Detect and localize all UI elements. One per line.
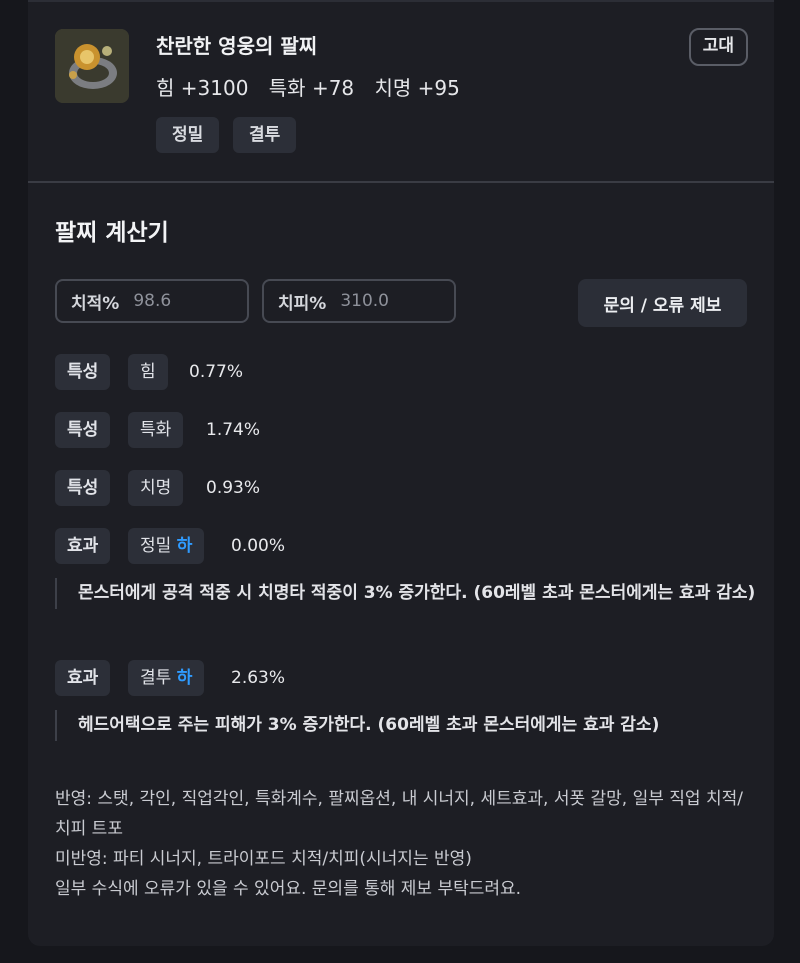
row-type-chip: 특성: [55, 470, 111, 506]
effect-name: 결투: [140, 668, 172, 688]
note-not-reflected: 미반영: 파티 시너지, 트라이포드 치적/치피(시너지는 반영): [55, 849, 472, 869]
row-name-chip: 결투 하: [128, 660, 205, 696]
row-type-chip: 특성: [55, 412, 111, 448]
tag-duel: 결투: [233, 117, 297, 153]
row-name-chip: 치명: [128, 470, 184, 506]
crit-rate-input[interactable]: 치적% 98.6: [55, 279, 249, 323]
item-stat-crit: 치명 +95: [374, 76, 460, 100]
row-value: 0.77%: [189, 362, 244, 382]
row-value: 0.00%: [231, 536, 286, 556]
crit-damage-placeholder: 310.0: [340, 291, 389, 311]
item-stat-specialization: 특화 +78: [268, 76, 355, 100]
report-button[interactable]: 문의 / 오류 제보: [578, 279, 747, 327]
item-stats: 힘 +3100 특화 +78 치명 +95: [156, 72, 474, 101]
row-name-chip: 특화: [128, 412, 184, 448]
row-value: 0.93%: [206, 478, 261, 498]
top-border: [28, 0, 774, 2]
effect-description: 헤드어택으로 주는 피해가 3% 증가한다. (60레벨 초과 몬스터에게는 효…: [55, 710, 758, 741]
row-value: 2.63%: [231, 668, 286, 688]
row-type-chip: 효과: [55, 660, 111, 696]
bracelet-panel: 찬란한 영웅의 팔찌 힘 +3100 특화 +78 치명 +95 고대 정밀 결…: [28, 0, 774, 946]
grade-badge: 고대: [688, 28, 748, 66]
note-disclaimer: 일부 수식에 오류가 있을 수 있어요. 문의를 통해 제보 부탁드려요.: [55, 879, 522, 899]
note-reflected: 반영: 스탯, 각인, 직업각인, 특화계수, 팔찌옵션, 내 시너지, 세트효…: [55, 789, 743, 839]
row-type-chip: 효과: [55, 528, 111, 564]
row-name-chip: 정밀 하: [128, 528, 205, 564]
crit-damage-label: 치피%: [278, 293, 327, 314]
row-name-chip: 힘: [128, 354, 168, 390]
divider: [28, 181, 774, 183]
row-value: 1.74%: [206, 420, 261, 440]
item-stat-strength: 힘 +3100: [156, 76, 249, 100]
bracelet-item-icon: [55, 29, 129, 103]
effect-name: 정밀: [140, 536, 172, 556]
calculator-notes: 반영: 스탯, 각인, 직업각인, 특화계수, 팔찌옵션, 내 시너지, 세트효…: [55, 784, 745, 904]
crit-damage-input[interactable]: 치피% 310.0: [262, 279, 456, 323]
effect-grade: 하: [176, 536, 193, 556]
item-name: 찬란한 영웅의 팔찌: [156, 34, 318, 58]
crit-rate-placeholder: 98.6: [133, 291, 172, 311]
tag-precision: 정밀: [156, 117, 220, 153]
effect-description: 몬스터에게 공격 적중 시 치명타 적중이 3% 증가한다. (60레벨 초과 …: [55, 578, 758, 609]
calculator-title: 팔찌 계산기: [55, 220, 169, 246]
effect-grade: 하: [176, 668, 193, 688]
crit-rate-label: 치적%: [71, 293, 120, 314]
row-type-chip: 특성: [55, 354, 111, 390]
